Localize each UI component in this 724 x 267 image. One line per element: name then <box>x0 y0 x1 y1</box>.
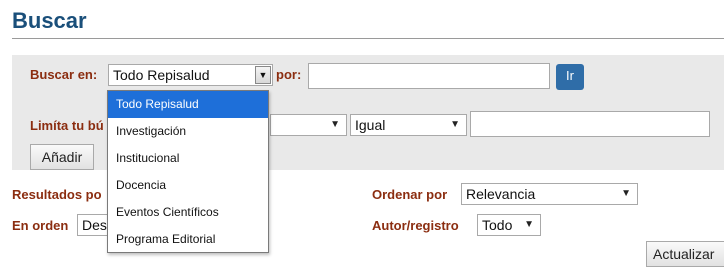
page-title: Buscar <box>12 8 87 33</box>
chevron-down-icon[interactable]: ▼ <box>255 66 271 84</box>
search-input[interactable] <box>308 63 550 89</box>
dropdown-option-programa-editorial[interactable]: Programa Editorial <box>108 226 268 253</box>
chevron-down-icon: ▼ <box>524 219 534 230</box>
filter-operator-value: Igual <box>355 117 386 133</box>
filter-operator-select[interactable]: Igual ▼ <box>350 114 467 136</box>
filter-label: Limíta tu bú <box>30 118 104 133</box>
filter-field-select[interactable]: ▼ <box>270 114 347 136</box>
author-value: Todo <box>482 217 513 233</box>
dropdown-option-investigacion[interactable]: Investigación <box>108 118 268 145</box>
go-button[interactable]: Ir <box>556 64 584 90</box>
scope-dropdown-list: Todo Repisalud Investigación Institucion… <box>107 90 269 253</box>
chevron-down-icon: ▼ <box>621 188 631 199</box>
chevron-down-icon: ▼ <box>450 119 460 130</box>
scope-select-value: Todo Repisalud <box>113 67 210 83</box>
update-button[interactable]: Actualizar <box>646 241 724 267</box>
por-label: por: <box>276 67 302 82</box>
author-select[interactable]: Todo ▼ <box>477 214 541 236</box>
chevron-down-icon: ▼ <box>330 119 340 130</box>
order-by-select[interactable]: Relevancia ▼ <box>461 183 638 205</box>
search-in-label: Buscar en: <box>30 67 98 82</box>
add-filter-button[interactable]: Añadir <box>30 144 94 170</box>
dropdown-option-docencia[interactable]: Docencia <box>108 172 268 199</box>
dropdown-option-eventos-cientificos[interactable]: Eventos Científicos <box>108 199 268 226</box>
results-per-page-label: Resultados po <box>12 187 102 202</box>
dropdown-option-institucional[interactable]: Institucional <box>108 145 268 172</box>
author-label: Autor/registro <box>372 218 459 233</box>
order-by-value: Relevancia <box>466 186 536 202</box>
filter-text-input[interactable] <box>470 111 710 137</box>
order-label: En orden <box>12 218 69 233</box>
order-value: Des <box>82 217 107 233</box>
order-by-label: Ordenar por <box>372 187 448 202</box>
title-divider <box>12 38 724 39</box>
dropdown-option-todo-repisalud[interactable]: Todo Repisalud <box>108 91 268 118</box>
scope-select[interactable]: Todo Repisalud ▼ <box>108 64 273 86</box>
